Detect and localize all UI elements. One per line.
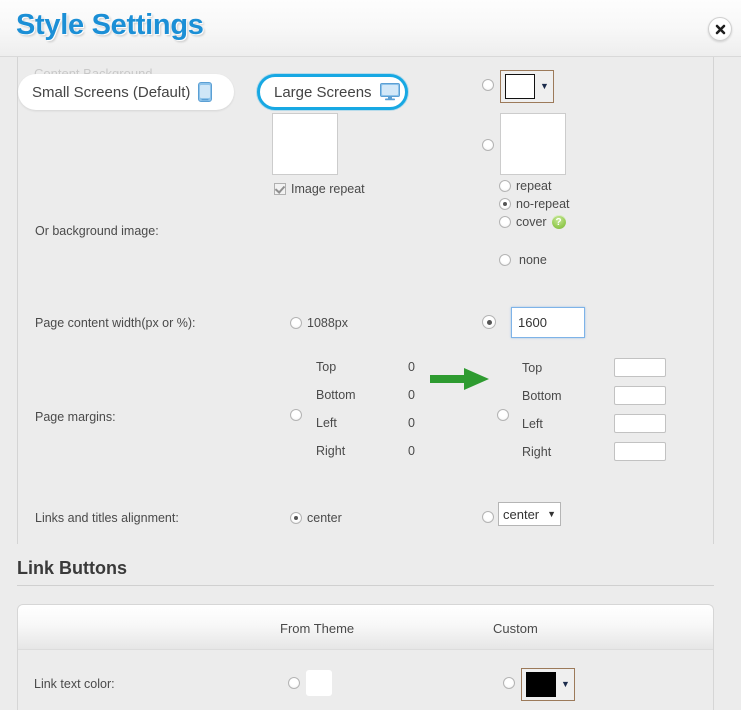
style-settings-dialog: Style Settings Content Background Small … [0, 0, 741, 710]
content-background-color-swatch [505, 74, 535, 99]
none-label: none [519, 253, 547, 267]
alignment-theme-label: center [307, 511, 342, 525]
page-content-width-label: Page content width(px or %): [35, 316, 196, 330]
link-buttons-table-header: From Theme Custom [18, 605, 713, 650]
background-repeat-option-cover: cover ? [499, 215, 566, 229]
image-repeat-option: Image repeat [274, 182, 365, 196]
custom-margin-input-top[interactable] [614, 358, 666, 377]
margin-value-left: 0 [408, 416, 415, 430]
no-repeat-radio[interactable] [499, 198, 511, 210]
margin-name-top: Top [316, 360, 337, 374]
column-header-custom: Custom [493, 621, 538, 636]
margin-value-right: 0 [408, 444, 415, 458]
content-background-color-radio[interactable] [482, 79, 494, 91]
cover-label: cover [516, 215, 547, 229]
alignment-theme-radio[interactable] [290, 512, 302, 524]
link-text-color-custom-picker[interactable]: ▼ [521, 668, 575, 701]
repeat-label: repeat [516, 179, 552, 193]
custom-background-image-radio[interactable] [482, 139, 494, 151]
alignment-label: Links and titles alignment: [35, 511, 179, 525]
alignment-row: Links and titles alignment: center cente… [18, 502, 715, 546]
margin-value-top: 0 [408, 360, 415, 374]
link-text-color-custom-radio[interactable] [503, 677, 515, 689]
chevron-down-icon: ▼ [547, 509, 557, 519]
chevron-down-icon: ▼ [561, 679, 570, 689]
page-margins-label: Page margins: [35, 410, 116, 424]
page-margins-theme-radio[interactable] [290, 409, 302, 421]
alignment-select[interactable]: center ▼ [498, 502, 562, 526]
close-button[interactable] [708, 17, 732, 41]
page-title: Style Settings [16, 9, 204, 41]
link-text-color-label: Link text color: [34, 677, 115, 691]
image-repeat-label: Image repeat [291, 182, 365, 196]
column-header-from-theme: From Theme [280, 621, 355, 636]
background-repeat-option-repeat: repeat [499, 179, 551, 193]
page-width-preset-option: 1088px [290, 316, 348, 330]
margin-name-left: Left [316, 416, 337, 430]
custom-margin-name-left: Left [522, 417, 543, 431]
content-background-row: ▼ [18, 67, 715, 107]
section-divider [17, 585, 714, 586]
background-none-option: none [499, 253, 547, 267]
content-background-color-picker[interactable]: ▼ [500, 70, 554, 103]
custom-margin-name-right: Right [522, 445, 552, 459]
background-image-label: Or background image: [35, 224, 159, 238]
alignment-select-value: center [503, 506, 540, 522]
custom-background-image-preview[interactable] [500, 113, 566, 175]
chevron-down-icon: ▼ [540, 81, 549, 91]
page-width-preset-radio[interactable] [290, 317, 302, 329]
help-icon[interactable]: ? [551, 215, 566, 229]
link-text-color-custom-swatch [526, 672, 556, 697]
link-buttons-panel: From Theme Custom Link text color: ▼ [17, 604, 714, 710]
margin-value-bottom: 0 [408, 388, 415, 402]
link-text-color-theme-swatch[interactable] [306, 670, 332, 696]
margin-name-right: Right [316, 444, 346, 458]
page-margins-custom-radio[interactable] [497, 409, 509, 421]
page-width-preset-label: 1088px [307, 316, 349, 330]
custom-margin-input-left[interactable] [614, 414, 666, 433]
custom-margin-input-right[interactable] [614, 442, 666, 461]
page-width-custom-radio[interactable] [482, 315, 496, 329]
no-repeat-label: no-repeat [516, 197, 570, 211]
alignment-custom-radio[interactable] [482, 511, 494, 523]
repeat-radio[interactable] [499, 180, 511, 192]
alignment-theme-option: center [290, 511, 342, 525]
background-repeat-option-no-repeat: no-repeat [499, 197, 570, 211]
link-buttons-section-title: Link Buttons [17, 558, 127, 578]
close-icon [715, 24, 725, 34]
margin-name-bottom: Bottom [316, 388, 356, 402]
page-margins-row: Page margins: Top 0 Bottom 0 Left 0 Righ… [18, 357, 715, 472]
cover-radio[interactable] [499, 216, 511, 228]
settings-panel: Content Background Small Screens (Defaul… [17, 57, 714, 544]
image-repeat-checkbox[interactable] [274, 183, 286, 195]
dialog-header: Style Settings [0, 0, 741, 57]
theme-background-image-preview[interactable] [272, 113, 338, 175]
page-width-input[interactable] [511, 307, 585, 338]
table-row: Link text color: ▼ [18, 650, 713, 710]
none-radio[interactable] [499, 254, 511, 266]
custom-margin-name-top: Top [522, 361, 543, 375]
background-image-row: Or background image: Image repeat repeat… [18, 113, 715, 267]
custom-margin-name-bottom: Bottom [522, 389, 562, 403]
link-text-color-theme-radio[interactable] [288, 677, 300, 689]
page-content-width-row: Page content width(px or %): 1088px [18, 307, 715, 355]
custom-margin-input-bottom[interactable] [614, 386, 666, 405]
